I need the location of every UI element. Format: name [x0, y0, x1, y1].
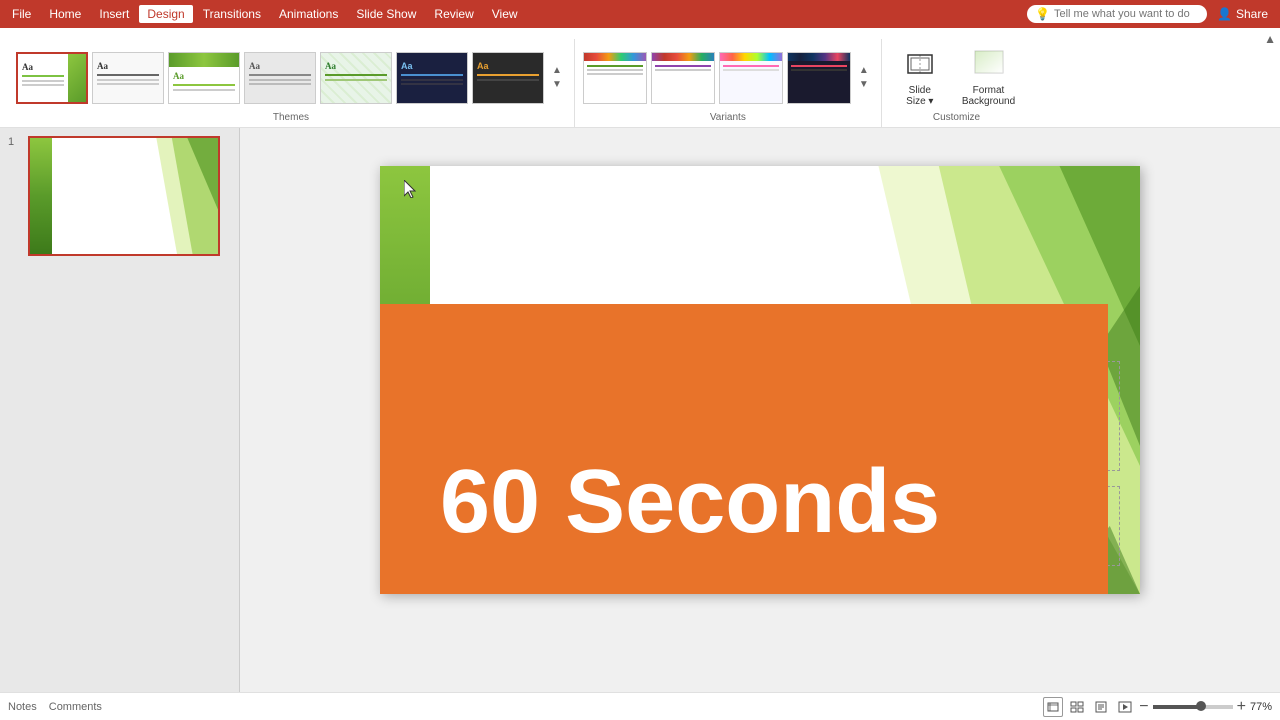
- lightbulb-icon: 💡: [1035, 7, 1050, 21]
- zoom-control: − + 77%: [1139, 699, 1272, 715]
- format-background-button[interactable]: FormatBackground: [954, 45, 1023, 111]
- menu-home[interactable]: Home: [41, 5, 89, 23]
- search-input[interactable]: [1054, 8, 1194, 20]
- themes-list: Aa Aa Aa: [16, 39, 566, 112]
- menu-design[interactable]: Design: [139, 5, 192, 23]
- variant-item-4[interactable]: [787, 52, 851, 104]
- search-box: 💡: [1027, 5, 1207, 23]
- zoom-slider-fill: [1153, 705, 1201, 709]
- slide-thumb-inner: [30, 138, 218, 254]
- countdown-text: 60 Seconds: [440, 451, 940, 554]
- variants-list: ▲ ▼: [583, 39, 873, 112]
- variant-item-1[interactable]: [583, 52, 647, 104]
- status-bar: Notes Comments: [0, 692, 1280, 720]
- customize-section: SlideSize ▾ FormatBack: [882, 39, 1031, 127]
- ribbon: Aa Aa Aa: [0, 28, 1280, 128]
- menu-transitions[interactable]: Transitions: [195, 5, 269, 23]
- slide-sorter-icon[interactable]: [1067, 697, 1087, 717]
- variants-label: Variants: [710, 112, 746, 127]
- theme-item-5[interactable]: Aa: [320, 52, 392, 104]
- ribbon-collapse-button[interactable]: ▲: [1264, 32, 1276, 46]
- status-notes: Notes: [8, 701, 37, 713]
- zoom-slider-thumb: [1196, 701, 1206, 711]
- mouse-cursor: [404, 180, 416, 203]
- menu-slideshow[interactable]: Slide Show: [348, 5, 424, 23]
- theme-item-2[interactable]: Aa: [92, 52, 164, 104]
- slideshow-icon[interactable]: [1115, 697, 1135, 717]
- normal-view-icon[interactable]: [1043, 697, 1063, 717]
- slide-thumbnail[interactable]: [28, 136, 220, 256]
- themes-section: Aa Aa Aa: [8, 39, 575, 127]
- zoom-slider[interactable]: [1153, 705, 1233, 709]
- status-icons-group: − + 77%: [1043, 697, 1272, 717]
- menu-review[interactable]: Review: [426, 5, 481, 23]
- zoom-percent-label[interactable]: 77%: [1250, 701, 1272, 713]
- slide-canvas[interactable]: Click to add title subtitle 60 Seconds: [380, 166, 1140, 594]
- slide-size-label: SlideSize ▾: [906, 85, 933, 107]
- variant-item-2[interactable]: [651, 52, 715, 104]
- theme-item-4[interactable]: Aa: [244, 52, 316, 104]
- themes-scroll[interactable]: ▲ ▼: [548, 62, 566, 94]
- status-comments: Comments: [49, 701, 102, 713]
- zoom-out-button[interactable]: −: [1139, 699, 1148, 715]
- share-button[interactable]: 👤 Share: [1209, 5, 1276, 23]
- reading-view-icon[interactable]: [1091, 697, 1111, 717]
- slide-number: 1: [8, 136, 22, 148]
- format-background-label: FormatBackground: [962, 85, 1015, 107]
- customize-buttons: SlideSize ▾ FormatBack: [890, 39, 1023, 112]
- theme-item-7[interactable]: Aa: [472, 52, 544, 104]
- customize-label: Customize: [933, 112, 980, 127]
- variant-item-3[interactable]: [719, 52, 783, 104]
- variants-scroll[interactable]: ▲ ▼: [855, 62, 873, 94]
- canvas-area: Click to add title subtitle 60 Seconds: [240, 128, 1280, 692]
- zoom-in-button[interactable]: +: [1237, 699, 1246, 715]
- theme-item-6[interactable]: Aa: [396, 52, 468, 104]
- slide-thumb-left-bar: [30, 138, 52, 254]
- main-area: 1: [0, 128, 1280, 692]
- menu-insert[interactable]: Insert: [91, 5, 137, 23]
- menu-bar: File Home Insert Design Transitions Anim…: [0, 0, 1280, 28]
- menu-animations[interactable]: Animations: [271, 5, 346, 23]
- orange-countdown-overlay: 60 Seconds: [380, 304, 1108, 594]
- variants-section: ▲ ▼ Variants: [575, 39, 882, 127]
- slide-size-icon: [904, 49, 936, 81]
- format-background-icon: [973, 49, 1005, 81]
- slide-panel: 1: [0, 128, 240, 692]
- slide-thumb-right-decor: [115, 138, 218, 254]
- slide-size-button[interactable]: SlideSize ▾: [890, 45, 950, 111]
- themes-label: Themes: [273, 112, 309, 127]
- theme-item-1[interactable]: Aa: [16, 52, 88, 104]
- person-icon: 👤: [1217, 7, 1232, 21]
- menu-file[interactable]: File: [4, 5, 39, 23]
- theme-item-3[interactable]: Aa: [168, 52, 240, 104]
- menu-view[interactable]: View: [484, 5, 526, 23]
- slide-thumbnail-item: 1: [8, 136, 231, 256]
